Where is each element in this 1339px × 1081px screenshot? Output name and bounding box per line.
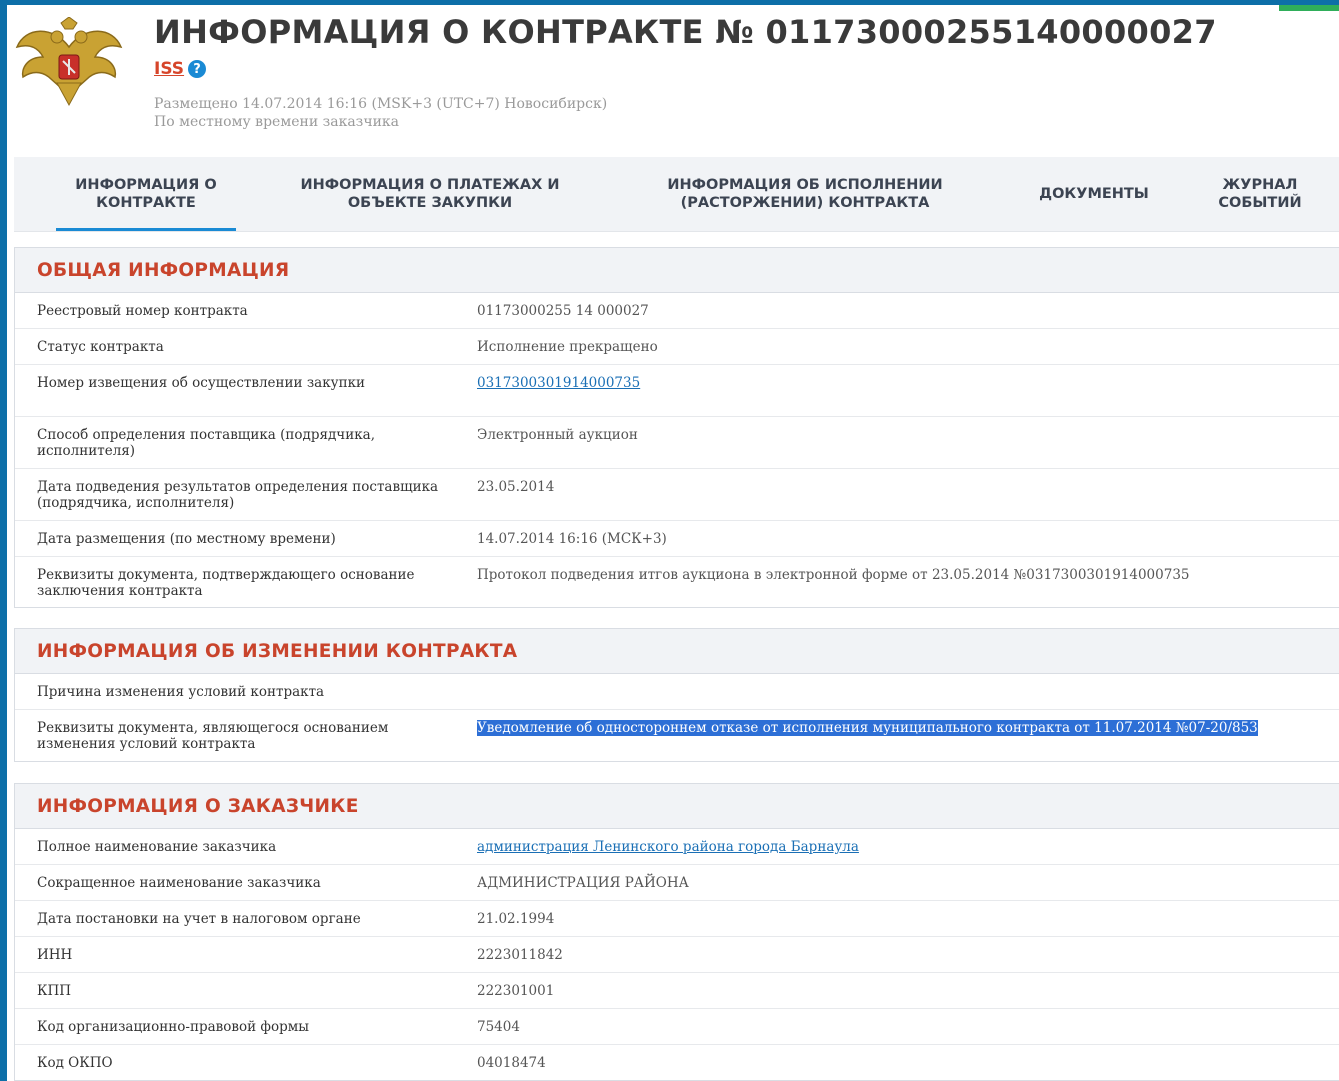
kpp-value: 222301001 xyxy=(477,983,555,999)
inn-value: 2223011842 xyxy=(477,947,563,963)
field-label: Дата постановки на учет в налоговом орга… xyxy=(37,911,361,927)
table-row: Причина изменения условий контракта xyxy=(15,674,1339,710)
change-document-selected-text[interactable]: Уведомление об одностороннем отказе от и… xyxy=(477,720,1258,736)
contract-changes-section: ИНФОРМАЦИЯ ОБ ИЗМЕНЕНИИ КОНТРАКТА Причин… xyxy=(14,628,1339,762)
customer-name-link[interactable]: администрация Ленинского района города Б… xyxy=(477,839,859,855)
table-row: Статус контракта Исполнение прекращено xyxy=(15,329,1339,365)
contract-status: Исполнение прекращено xyxy=(477,339,658,355)
field-label: КПП xyxy=(37,983,71,999)
field-label: Сокращенное наименование заказчика xyxy=(37,875,321,891)
tab-event-log[interactable]: ЖУРНАЛ СОБЫТИЙ xyxy=(1196,157,1324,231)
local-time-note: По местному времени заказчика xyxy=(154,114,399,130)
table-row: ИНН 2223011842 xyxy=(15,937,1339,973)
field-label: Полное наименование заказчика xyxy=(37,839,277,855)
help-icon[interactable]: ? xyxy=(188,60,207,78)
field-label: Реестровый номер контракта xyxy=(37,303,248,319)
iss-link[interactable]: ISS xyxy=(154,59,184,79)
table-row: Дата подведения результатов определения … xyxy=(15,469,1339,521)
field-label: Код организационно-правовой формы xyxy=(37,1019,309,1035)
general-info-section: ОБЩАЯ ИНФОРМАЦИЯ Реестровый номер контра… xyxy=(14,247,1339,608)
basis-document: Протокол подведения итгов аукциона в эле… xyxy=(477,567,1190,583)
page-title: ИНФОРМАЦИЯ О КОНТРАКТЕ № 011730002551400… xyxy=(154,13,1217,51)
field-label: ИНН xyxy=(37,947,73,963)
supplier-method: Электронный аукцион xyxy=(477,427,638,443)
notice-number-link[interactable]: 0317300301914000735 xyxy=(477,375,640,391)
tab-contract-info[interactable]: ИНФОРМАЦИЯ О КОНТРАКТЕ xyxy=(54,157,238,231)
tab-bar: ИНФОРМАЦИЯ О КОНТРАКТЕ ИНФОРМАЦИЯ О ПЛАТ… xyxy=(14,157,1339,232)
tax-registration-date: 21.02.1994 xyxy=(477,911,555,927)
field-label: Дата подведения результатов определения … xyxy=(37,479,439,511)
table-row: Номер извещения об осуществлении закупки… xyxy=(15,365,1339,417)
posted-date: Размещено 14.07.2014 16:16 (MSK+3 (UTC+7… xyxy=(154,96,608,112)
table-row: Способ определения поставщика (подрядчик… xyxy=(15,417,1339,469)
customer-info-title: ИНФОРМАЦИЯ О ЗАКАЗЧИКЕ xyxy=(15,784,1339,829)
field-label: Способ определения поставщика (подрядчик… xyxy=(37,427,375,459)
table-row: Дата размещения (по местному времени) 14… xyxy=(15,521,1339,557)
okpo-code: 04018474 xyxy=(477,1055,546,1071)
general-info-title: ОБЩАЯ ИНФОРМАЦИЯ xyxy=(15,248,1339,293)
iss-row: ISS ? xyxy=(154,59,207,79)
field-label: Номер извещения об осуществлении закупки xyxy=(37,375,366,391)
table-row: Код организационно-правовой формы 75404 xyxy=(15,1009,1339,1045)
tab-documents[interactable]: ДОКУМЕНТЫ xyxy=(1018,157,1170,231)
table-row: КПП 222301001 xyxy=(15,973,1339,1009)
customer-info-section: ИНФОРМАЦИЯ О ЗАКАЗЧИКЕ Полное наименован… xyxy=(14,783,1339,1081)
tab-payments[interactable]: ИНФОРМАЦИЯ О ПЛАТЕЖАХ И ОБЪЕКТЕ ЗАКУПКИ xyxy=(276,157,584,231)
table-row: Сокращенное наименование заказчика АДМИН… xyxy=(15,865,1339,901)
table-row: Дата постановки на учет в налоговом орга… xyxy=(15,901,1339,937)
posted-info: Размещено 14.07.2014 16:16 (MSK+3 (UTC+7… xyxy=(154,95,607,131)
page: ИНФОРМАЦИЯ О КОНТРАКТЕ № 011730002551400… xyxy=(7,5,1339,1081)
field-label: Причина изменения условий контракта xyxy=(37,684,325,700)
table-row: Реквизиты документа, подтверждающего осн… xyxy=(15,557,1339,607)
registry-number: 01173000255 14 000027 xyxy=(477,303,649,319)
results-date: 23.05.2014 xyxy=(477,479,555,495)
contract-changes-title: ИНФОРМАЦИЯ ОБ ИЗМЕНЕНИИ КОНТРАКТА xyxy=(15,629,1339,674)
placement-date: 14.07.2014 16:16 (МСК+3) xyxy=(477,531,667,547)
customer-short-name: АДМИНИСТРАЦИЯ РАЙОНА xyxy=(477,875,689,891)
table-row: Код ОКПО 04018474 xyxy=(15,1045,1339,1080)
field-label: Дата размещения (по местному времени) xyxy=(37,531,336,547)
field-label: Код ОКПО xyxy=(37,1055,113,1071)
table-row: Полное наименование заказчика администра… xyxy=(15,829,1339,865)
legal-form-code: 75404 xyxy=(477,1019,520,1035)
table-row: Реестровый номер контракта 01173000255 1… xyxy=(15,293,1339,329)
field-label: Реквизиты документа, являющегося основан… xyxy=(37,720,389,752)
tab-execution[interactable]: ИНФОРМАЦИЯ ОБ ИСПОЛНЕНИИ (РАСТОРЖЕНИИ) К… xyxy=(628,157,982,231)
russian-coat-of-arms-icon xyxy=(15,17,123,107)
table-row: Реквизиты документа, являющегося основан… xyxy=(15,710,1339,761)
field-label: Статус контракта xyxy=(37,339,164,355)
field-label: Реквизиты документа, подтверждающего осн… xyxy=(37,567,415,599)
